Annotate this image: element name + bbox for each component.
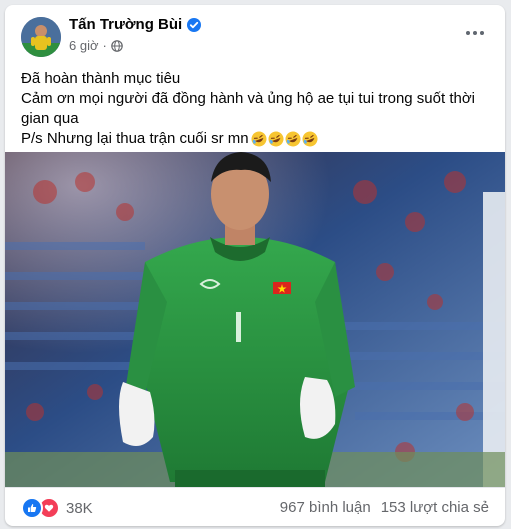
post-header: Tấn Trường Bùi 6 giờ ·: [5, 5, 505, 61]
post-line: P/s Nhưng lại thua trận cuối sr mn: [21, 130, 249, 147]
author-avatar[interactable]: [21, 17, 61, 57]
rofl-emoji: [268, 131, 284, 147]
post-card: Tấn Trường Bùi 6 giờ · Đã hoàn thành mục…: [5, 5, 505, 526]
post-line-with-emoji: P/s Nhưng lại thua trận cuối sr mn: [21, 129, 491, 149]
author-name[interactable]: Tấn Trường Bùi: [69, 16, 182, 33]
like-reaction-icon: [21, 497, 43, 519]
engagement-stats: 967 bình luận 153 lượt chia sẻ: [280, 499, 489, 516]
post-time[interactable]: 6 giờ: [69, 38, 99, 53]
emoji-group: [251, 131, 318, 147]
meta-separator: ·: [102, 38, 107, 53]
rofl-emoji: [251, 131, 267, 147]
post-meta: 6 giờ ·: [69, 38, 123, 53]
post-footer: 38K 967 bình luận 153 lượt chia sẻ: [5, 487, 505, 526]
post-message: Đã hoàn thành mục tiêu Cảm ơn mọi người …: [21, 69, 491, 149]
comments-link[interactable]: 967 bình luận: [280, 499, 371, 516]
verified-badge-icon: [187, 17, 202, 32]
more-options-icon[interactable]: [459, 21, 491, 45]
post-line: Cảm ơn mọi người đã đồng hành và ủng hộ …: [21, 90, 475, 127]
rofl-emoji: [302, 131, 318, 147]
rofl-emoji: [285, 131, 301, 147]
author-row: Tấn Trường Bùi: [69, 16, 202, 33]
post-line: Đã hoàn thành mục tiêu: [21, 70, 181, 87]
reactions-summary[interactable]: 38K: [21, 497, 93, 519]
shares-link[interactable]: 153 lượt chia sẻ: [381, 499, 489, 516]
globe-icon[interactable]: [111, 39, 123, 52]
reaction-count: 38K: [66, 499, 93, 517]
post-photo[interactable]: [5, 152, 505, 487]
